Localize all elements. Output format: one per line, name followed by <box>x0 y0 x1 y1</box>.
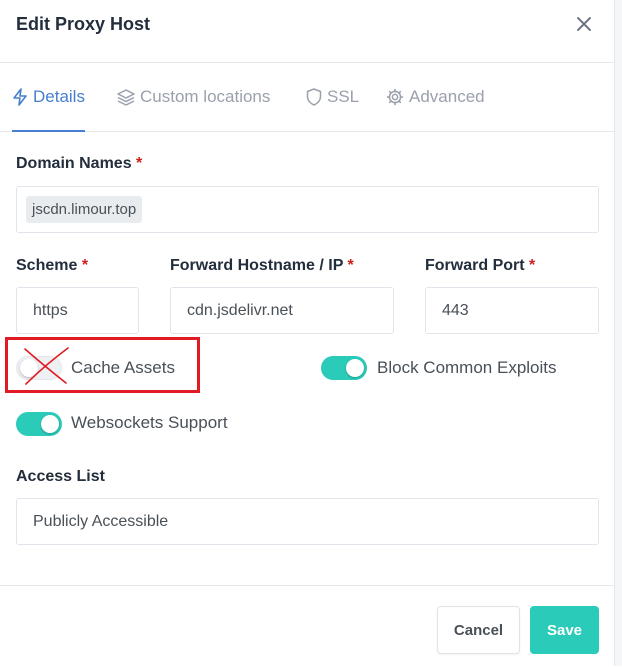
domain-names-label-text: Domain Names <box>16 155 132 172</box>
modal-header: Edit Proxy Host <box>0 0 615 63</box>
forward-hostname-value: cdn.jsdelivr.net <box>187 301 293 319</box>
tab-label: SSL <box>327 87 360 106</box>
forward-port-label: Forward Port * <box>425 257 535 275</box>
tab-label: Advanced <box>409 87 485 106</box>
tab-ssl[interactable]: SSL <box>306 63 359 131</box>
toggle-knob <box>346 359 364 377</box>
required-mark: * <box>136 155 143 172</box>
access-list-label: Access List <box>16 468 105 485</box>
edit-proxy-host-modal: Edit Proxy Host Details Custom locations <box>0 0 615 666</box>
required-mark: * <box>529 257 536 274</box>
tab-bar: Details Custom locations SSL Advanced <box>0 63 615 132</box>
scheme-label-text: Scheme <box>16 257 78 274</box>
tab-label: Details <box>33 87 85 106</box>
tab-custom-locations[interactable]: Custom locations <box>117 63 270 131</box>
forward-hostname-input[interactable]: cdn.jsdelivr.net <box>170 287 394 334</box>
forward-hostname-label-text: Forward Hostname / IP <box>170 257 344 274</box>
domain-names-label: Domain Names * <box>16 155 142 173</box>
scheme-value: https <box>33 301 68 319</box>
lightning-icon <box>13 88 27 106</box>
backdrop-edge <box>614 0 622 666</box>
websockets-support-label: Websockets Support <box>71 413 228 432</box>
block-common-exploits-label: Block Common Exploits <box>377 358 557 377</box>
close-icon <box>577 17 591 31</box>
scheme-label: Scheme * <box>16 257 88 275</box>
highlight-box-annotation <box>5 337 200 393</box>
forward-port-label-text: Forward Port <box>425 257 525 274</box>
layers-icon <box>117 89 135 106</box>
tab-advanced[interactable]: Advanced <box>386 63 485 131</box>
close-button[interactable] <box>571 11 597 37</box>
block-common-exploits-toggle[interactable] <box>321 356 367 380</box>
tab-details[interactable]: Details <box>12 63 85 132</box>
forward-hostname-label: Forward Hostname / IP * <box>170 257 354 275</box>
websockets-support-toggle[interactable] <box>16 412 62 436</box>
forward-port-value: 443 <box>442 301 469 319</box>
gear-icon <box>386 88 404 106</box>
access-list-value: Publicly Accessible <box>33 512 169 530</box>
forward-port-input[interactable]: 443 <box>425 287 599 334</box>
cancel-button[interactable]: Cancel <box>437 606 520 654</box>
domain-chip[interactable]: jscdn.limour.top <box>26 196 143 223</box>
tab-label: Custom locations <box>140 87 271 106</box>
modal-title: Edit Proxy Host <box>16 14 151 34</box>
domain-names-input[interactable]: jscdn.limour.top <box>16 186 599 233</box>
required-mark: * <box>81 257 89 274</box>
toggle-knob <box>41 415 59 433</box>
scheme-input[interactable]: https <box>16 287 139 334</box>
shield-icon <box>306 88 322 106</box>
save-button[interactable]: Save <box>530 606 599 654</box>
required-mark: * <box>347 257 354 274</box>
access-list-select[interactable]: Publicly Accessible <box>16 498 599 545</box>
modal-footer: Cancel Save <box>0 585 615 667</box>
